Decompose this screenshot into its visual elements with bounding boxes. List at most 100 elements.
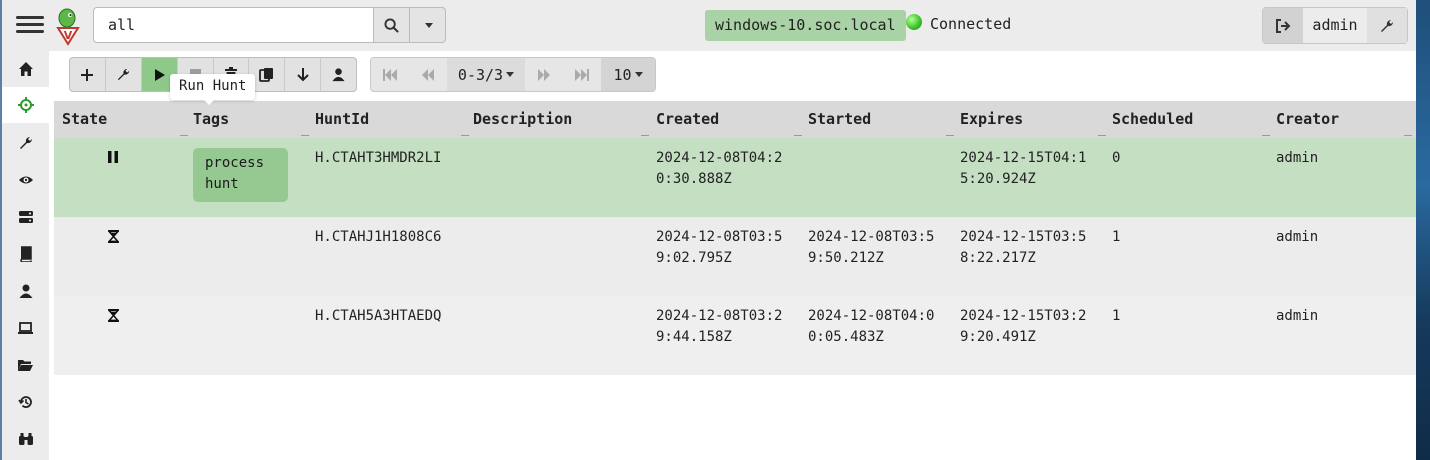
sidebar-item-users[interactable] <box>2 273 49 309</box>
chevron-down-icon <box>634 72 643 77</box>
created: 2024-12-08T03:29:44.158Z <box>656 308 783 345</box>
sidebar-item-home[interactable] <box>2 51 49 87</box>
sidebar-item-server[interactable] <box>2 199 49 235</box>
search-dropdown-button[interactable] <box>410 7 446 43</box>
hunt-id[interactable]: H.CTAH5A3HTAEDQ <box>315 306 465 327</box>
search-icon <box>384 17 399 33</box>
table-row[interactable]: process hunt H.CTAHT3HMDR2LI 2024-12-08T… <box>54 138 1416 217</box>
pause-icon <box>106 150 120 164</box>
server-icon <box>18 211 33 223</box>
column-header-tags[interactable]: Tags <box>193 101 309 138</box>
logout-button[interactable] <box>1263 8 1303 43</box>
desktop-background-strip <box>1416 0 1430 460</box>
folder-open-icon <box>18 360 33 371</box>
sidebar-item-event-monitoring[interactable] <box>2 162 49 198</box>
user-icon <box>332 68 345 82</box>
user-icon <box>19 284 32 298</box>
hourglass-icon <box>106 229 120 243</box>
chevron-down-icon <box>506 72 515 77</box>
user-settings-button[interactable] <box>1367 8 1407 43</box>
next-page-button[interactable] <box>525 58 563 91</box>
username-button[interactable]: admin <box>1303 8 1367 43</box>
client-host-chip[interactable]: windows-10.soc.local <box>705 10 906 41</box>
sidebar-item-history[interactable] <box>2 384 49 420</box>
column-header-created[interactable]: Created <box>656 101 802 138</box>
hourglass-icon <box>106 308 120 322</box>
creator: admin <box>1276 308 1319 324</box>
connection-status-icon <box>906 14 922 30</box>
column-header-scheduled[interactable]: Scheduled <box>1112 101 1270 138</box>
first-page-button[interactable] <box>371 58 409 91</box>
copy-icon <box>259 68 274 82</box>
creator: admin <box>1276 150 1319 166</box>
expires: 2024-12-15T03:58:22.217Z <box>960 229 1087 266</box>
rewind-icon <box>422 68 434 81</box>
started: 2024-12-08T03:59:50.212Z <box>808 229 935 266</box>
play-icon <box>154 68 165 81</box>
hunt-id[interactable]: H.CTAHT3HMDR2LI <box>315 148 465 169</box>
export-hunt-button[interactable] <box>285 58 322 91</box>
last-page-icon <box>575 68 589 81</box>
column-header-expires[interactable]: Expires <box>960 101 1106 138</box>
started: 2024-12-08T04:00:05.483Z <box>808 308 935 345</box>
laptop-icon <box>18 322 33 334</box>
top-bar: V windows-10.soc.local Connected admin <box>2 0 1416 51</box>
expires: 2024-12-15T04:15:20.924Z <box>960 150 1087 187</box>
hunts-table: State Tags HuntId Description Created St… <box>54 101 1416 375</box>
page-range-dropdown[interactable]: 0-3/3 <box>447 58 525 91</box>
table-row[interactable]: H.CTAHJ1H1808C6 2024-12-08T03:59:02.795Z… <box>54 217 1416 296</box>
created: 2024-12-08T04:20:30.888Z <box>656 150 783 187</box>
page-size: 10 <box>613 65 632 84</box>
plus-icon <box>81 68 94 81</box>
creator: admin <box>1276 229 1319 245</box>
hunt-user-button[interactable] <box>321 58 356 91</box>
search-input[interactable] <box>93 7 374 43</box>
first-page-icon <box>383 68 397 81</box>
crosshair-icon <box>17 97 34 113</box>
last-page-button[interactable] <box>563 58 601 91</box>
main-content: Run Hunt 0-3/3 10 State Tags HuntId Desc… <box>49 51 1416 460</box>
binoculars-icon <box>18 433 33 445</box>
new-hunt-button[interactable] <box>70 58 106 91</box>
velociraptor-logo: V <box>54 6 82 46</box>
table-pager: 0-3/3 10 <box>370 57 656 92</box>
sidebar-item-search[interactable] <box>2 421 49 457</box>
tag-badge[interactable]: process hunt <box>193 148 288 202</box>
menu-toggle-icon[interactable] <box>16 12 44 40</box>
page-size-dropdown[interactable]: 10 <box>601 58 655 91</box>
svg-text:V: V <box>64 29 73 42</box>
chevron-down-icon <box>425 22 433 28</box>
sidebar-item-hunts[interactable] <box>2 87 49 123</box>
sidebar-item-notebooks[interactable] <box>2 236 49 272</box>
created: 2024-12-08T03:59:02.795Z <box>656 229 783 266</box>
column-header-started[interactable]: Started <box>808 101 954 138</box>
eye-icon <box>18 176 33 184</box>
scheduled: 0 <box>1112 150 1121 166</box>
column-header-state[interactable]: State <box>62 101 188 138</box>
sidebar-item-files[interactable] <box>2 347 49 383</box>
scheduled: 1 <box>1112 229 1121 245</box>
sidebar-item-clients[interactable] <box>2 310 49 346</box>
page-range: 0-3/3 <box>457 65 504 84</box>
run-hunt-tooltip: Run Hunt <box>170 74 256 105</box>
book-icon <box>19 246 32 262</box>
previous-page-button[interactable] <box>409 58 447 91</box>
table-header: State Tags HuntId Description Created St… <box>54 101 1416 138</box>
table-row[interactable]: H.CTAH5A3HTAEDQ 2024-12-08T03:29:44.158Z… <box>54 296 1416 375</box>
edit-hunt-button[interactable] <box>106 58 142 91</box>
column-header-huntid[interactable]: HuntId <box>315 101 469 138</box>
scheduled: 1 <box>1112 308 1121 324</box>
wrench-icon <box>1381 19 1394 32</box>
search-button[interactable] <box>374 7 410 43</box>
sidebar <box>2 51 49 460</box>
fast-forward-icon <box>538 68 550 81</box>
user-menu: admin <box>1262 7 1408 44</box>
logout-icon <box>1276 18 1291 33</box>
connection-status: Connected <box>930 15 1012 33</box>
sidebar-item-artifacts[interactable] <box>2 125 49 161</box>
column-header-description[interactable]: Description <box>473 101 649 138</box>
wrench-icon <box>19 136 32 149</box>
column-header-creator[interactable]: Creator <box>1276 101 1412 138</box>
hunt-id[interactable]: H.CTAHJ1H1808C6 <box>315 227 465 248</box>
expires: 2024-12-15T03:29:20.491Z <box>960 308 1087 345</box>
